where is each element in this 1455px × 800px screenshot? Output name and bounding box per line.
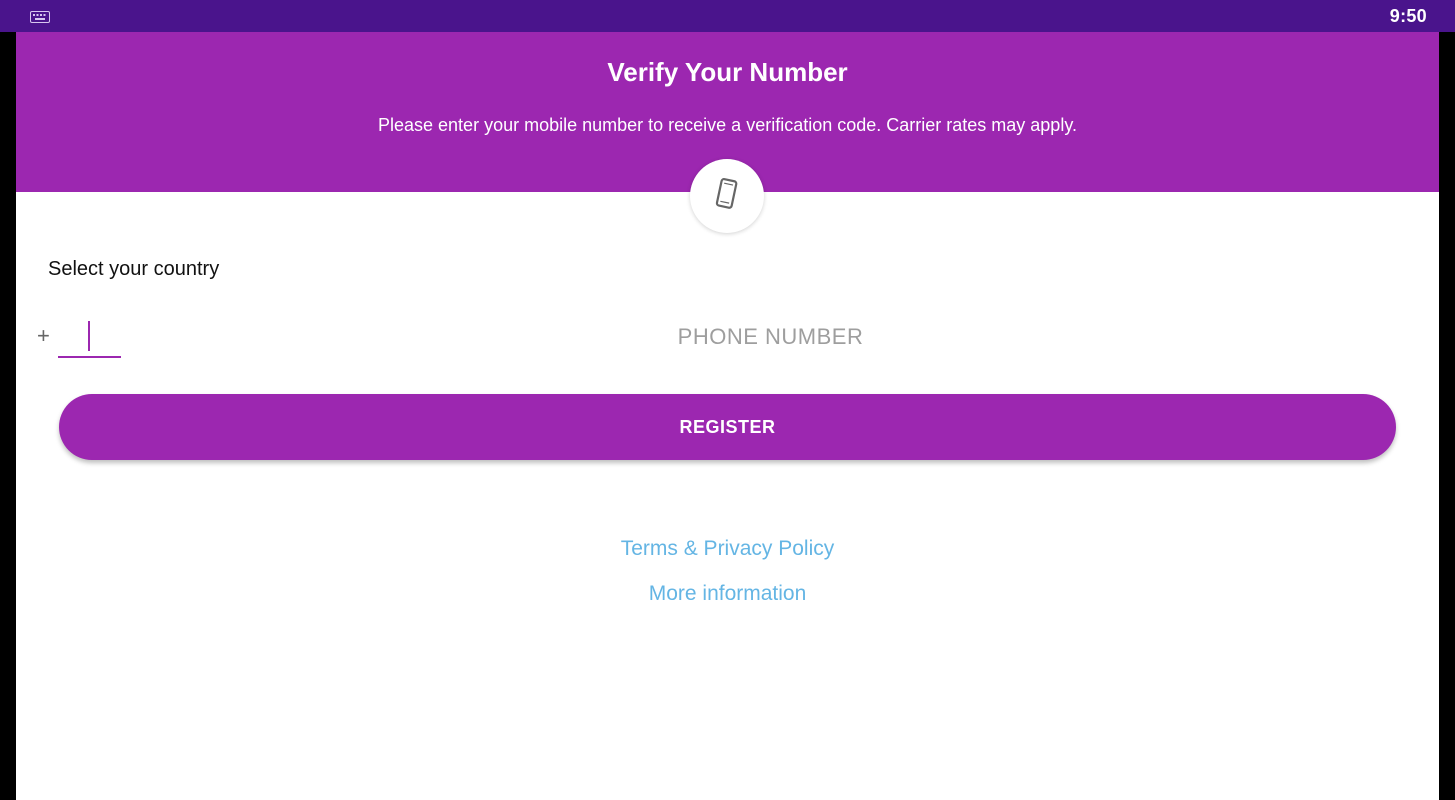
page-title: Verify Your Number: [607, 57, 848, 87]
register-button[interactable]: REGISTER: [59, 394, 1396, 460]
status-bar: 9:50: [0, 0, 1455, 32]
status-time: 9:50: [1389, 6, 1427, 26]
country-code-input[interactable]: [58, 316, 121, 358]
phone-number-input[interactable]: [138, 317, 1403, 357]
more-information-link[interactable]: More information: [16, 582, 1439, 606]
phone-badge: [690, 159, 764, 233]
terms-privacy-link[interactable]: Terms & Privacy Policy: [16, 537, 1439, 561]
verify-number-screen: Verify Your Number Please enter your mob…: [16, 32, 1439, 800]
keyboard-icon: [30, 10, 50, 23]
text-cursor: [88, 321, 90, 351]
select-country-button[interactable]: Select your country: [48, 258, 219, 281]
page-subtitle: Please enter your mobile number to recei…: [378, 115, 1077, 135]
country-code-prefix: +: [37, 323, 50, 348]
smartphone-icon: [713, 177, 741, 216]
